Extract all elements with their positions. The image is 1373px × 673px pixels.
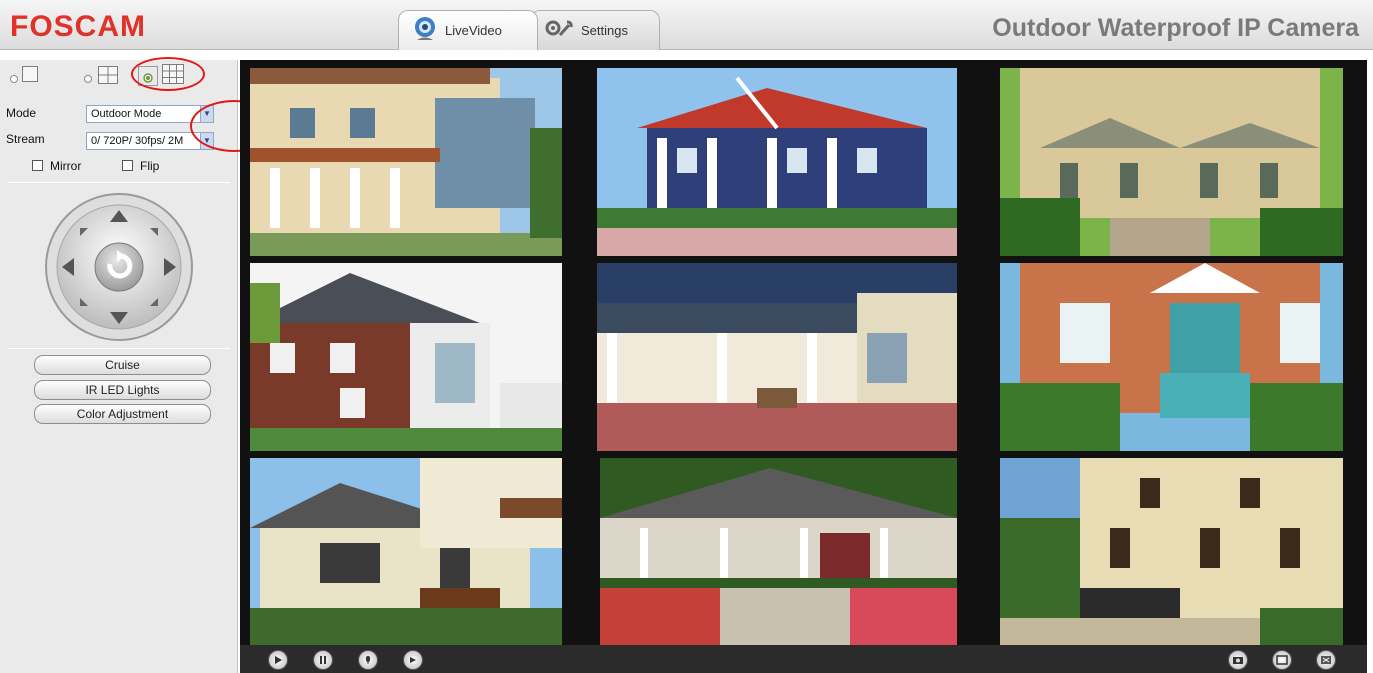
stop-icon[interactable] <box>313 650 333 670</box>
tab-livevideo-label: LiveVideo <box>445 23 502 38</box>
mode-label: Mode <box>6 106 37 120</box>
stream-value: 0/ 720P/ 30fps/ 2M <box>91 135 184 147</box>
video-cell-9[interactable] <box>1000 458 1343 646</box>
tab-livevideo[interactable]: LiveVideo <box>398 10 538 50</box>
ir-led-lights-button[interactable]: IR LED Lights <box>34 380 211 400</box>
divider <box>8 182 230 183</box>
wrench-gear-icon <box>545 19 573 42</box>
app-window: FOSCAM LiveVideo Settings Outdoor Waterp… <box>0 0 1373 673</box>
tab-settings-label: Settings <box>581 23 628 38</box>
video-cell-3[interactable] <box>1000 68 1343 256</box>
tab-settings[interactable]: Settings <box>530 10 660 50</box>
video-cell-8[interactable] <box>600 458 957 646</box>
ptz-control-wheel[interactable] <box>44 192 194 347</box>
fullscreen-icon[interactable] <box>1272 650 1292 670</box>
color-adjustment-button[interactable]: Color Adjustment <box>34 404 211 424</box>
video-cell-1[interactable] <box>250 68 562 256</box>
video-cell-5[interactable] <box>597 263 957 451</box>
divider <box>8 348 230 349</box>
snapshot-icon[interactable] <box>1228 650 1248 670</box>
record-icon[interactable] <box>403 650 423 670</box>
flip-checkbox[interactable] <box>122 160 133 171</box>
header-bar: FOSCAM LiveVideo Settings Outdoor Waterp… <box>0 0 1373 50</box>
video-cell-2[interactable] <box>597 68 957 256</box>
play-icon[interactable] <box>268 650 288 670</box>
foscam-logo: FOSCAM <box>10 10 146 43</box>
single-view-icon[interactable] <box>22 66 38 82</box>
control-panel: Mode Outdoor Mode ▼ Stream 0/ 720P/ 30fp… <box>0 57 278 673</box>
mirror-checkbox[interactable] <box>32 160 43 171</box>
four-view-icon[interactable] <box>98 66 118 89</box>
video-cell-6[interactable] <box>1000 263 1343 451</box>
video-cell-7[interactable] <box>250 458 562 646</box>
webcam-icon <box>413 16 437 45</box>
stream-label: Stream <box>6 132 45 146</box>
close-icon[interactable] <box>1316 650 1336 670</box>
mirror-label: Mirror <box>50 159 82 173</box>
mode-value: Outdoor Mode <box>91 108 162 120</box>
single-view-radio[interactable] <box>10 75 18 83</box>
four-view-radio[interactable] <box>84 75 92 83</box>
talk-icon[interactable] <box>358 650 378 670</box>
flip-label: Flip <box>140 159 160 173</box>
video-cell-4[interactable] <box>250 263 562 451</box>
page-title: Outdoor Waterproof IP Camera <box>992 14 1359 42</box>
highlight-nine-view <box>131 57 205 91</box>
cruise-button[interactable]: Cruise <box>34 355 211 375</box>
video-toolbar <box>240 645 1367 673</box>
video-grid[interactable] <box>240 60 1367 646</box>
